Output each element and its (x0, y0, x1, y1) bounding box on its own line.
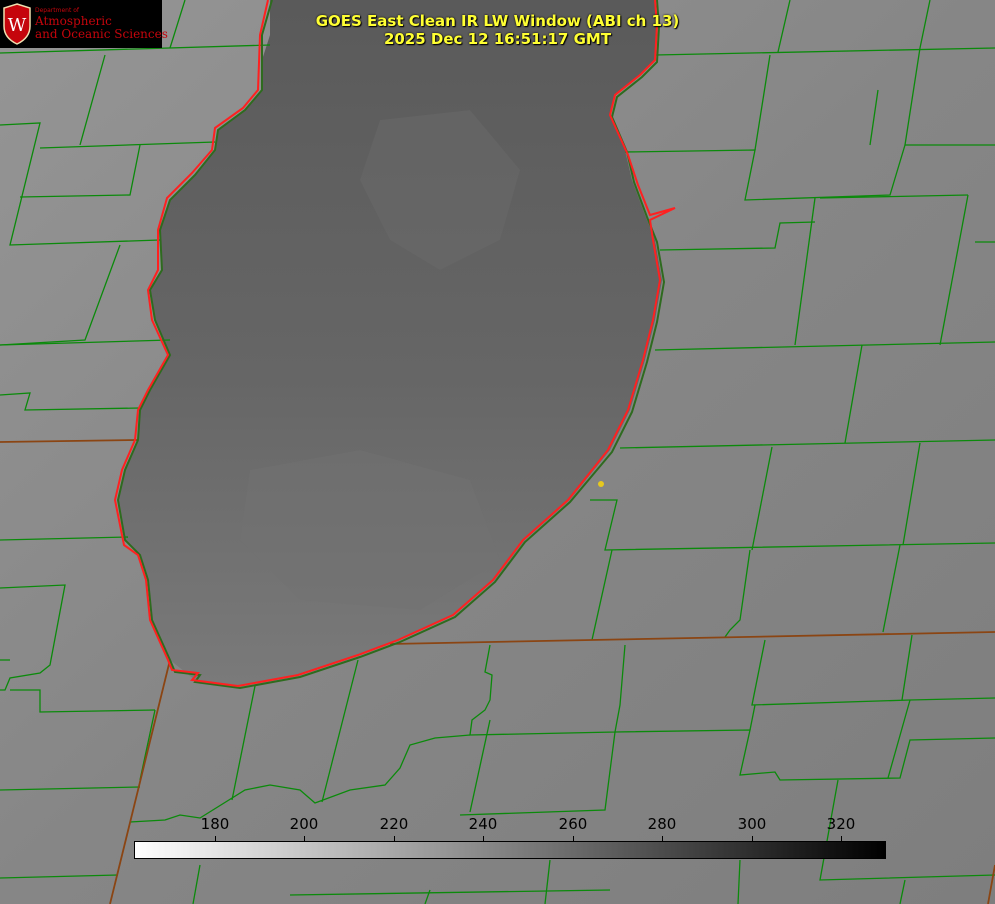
colorbar-tick-mark (304, 836, 305, 842)
colorbar-tick-mark (573, 836, 574, 842)
colorbar-tick-mark (662, 836, 663, 842)
title-line-timestamp: 2025 Dec 12 16:51:17 GMT (383, 30, 612, 48)
colorbar-tick-mark (215, 836, 216, 842)
colorbar-tick-mark (752, 836, 753, 842)
colorbar-tick-mark (841, 836, 842, 842)
colorbar-tick-label: 260 (558, 815, 588, 833)
image-title: GOES East Clean IR LW Window (ABI ch 13)… (0, 12, 995, 48)
colorbar-tick-mark (483, 836, 484, 842)
colorbar-tick-label: 240 (468, 815, 498, 833)
colorbar (134, 841, 886, 859)
colorbar-tick-label: 180 (200, 815, 230, 833)
satellite-map (0, 0, 995, 904)
colorbar-tick-label: 320 (826, 815, 856, 833)
colorbar-tick-label: 200 (289, 815, 319, 833)
title-line-product: GOES East Clean IR LW Window (ABI ch 13) (315, 12, 680, 30)
colorbar-tick-mark (394, 836, 395, 842)
colorbar-tick-label: 300 (737, 815, 767, 833)
colorbar-tick-label: 280 (647, 815, 677, 833)
location-marker (598, 481, 604, 487)
colorbar-tick-label: 220 (379, 815, 409, 833)
